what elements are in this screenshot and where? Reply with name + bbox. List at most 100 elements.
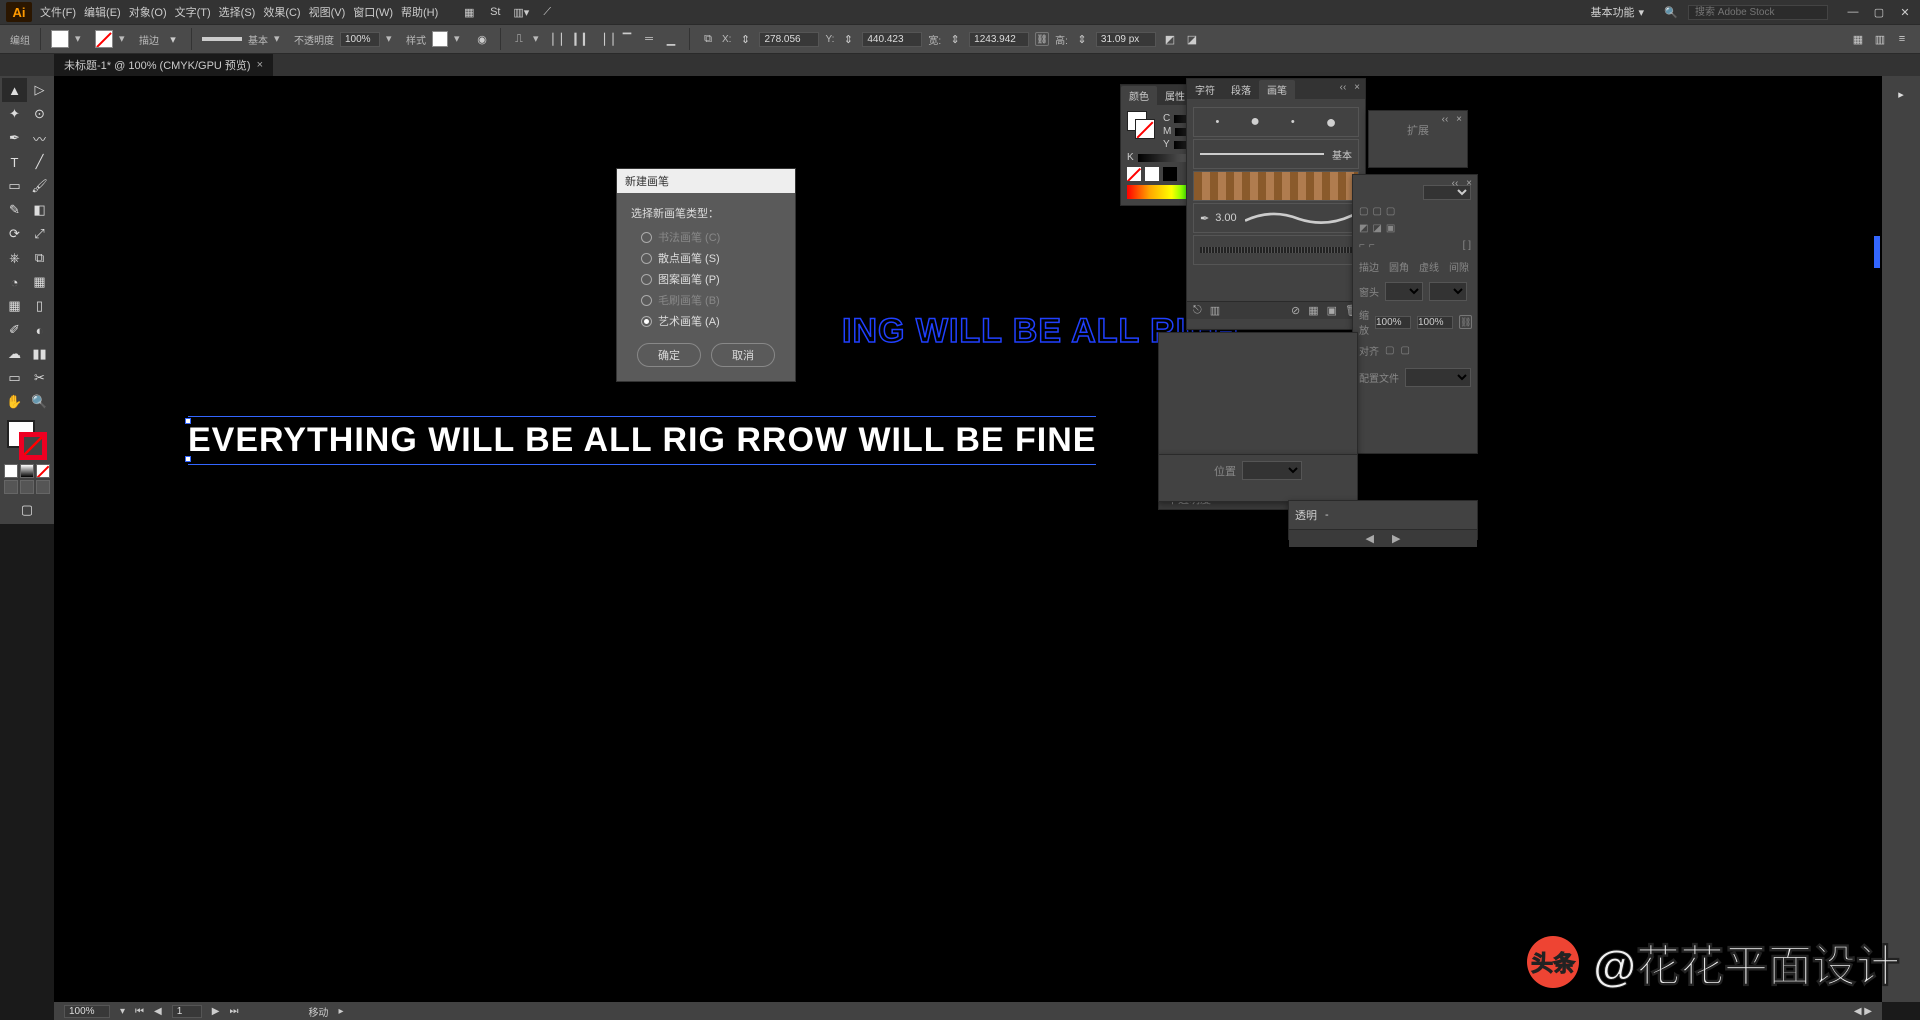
magic-wand-tool[interactable]: ✦ xyxy=(2,102,27,126)
opt-scatter[interactable]: 散点画笔 (S) xyxy=(641,250,781,266)
w-stepper[interactable]: ⇕ xyxy=(947,31,963,47)
tab-close-icon[interactable]: × xyxy=(257,59,263,71)
x-stepper[interactable]: ⇕ xyxy=(737,31,753,47)
menu-object[interactable]: 对象(O) xyxy=(129,4,167,20)
width-tool[interactable]: ⎈ xyxy=(2,246,27,270)
cap3-icon[interactable]: ▢ xyxy=(1386,206,1395,217)
document-tab[interactable]: 未标题-1* @ 100% (CMYK/GPU 预览) × xyxy=(54,54,273,76)
y-stepper[interactable]: ⇕ xyxy=(840,31,856,47)
stroke-style-label[interactable]: 基本 xyxy=(248,32,268,47)
page-input[interactable] xyxy=(172,1005,202,1018)
cancel-button[interactable]: 取消 xyxy=(711,343,775,367)
link-wh-icon[interactable]: ⛓ xyxy=(1035,32,1049,46)
free-transform-tool[interactable]: ⧉ xyxy=(27,246,52,270)
pos-select[interactable] xyxy=(1242,461,1302,480)
stroke-weight-dd[interactable]: ▾ xyxy=(165,31,181,47)
panel-toggle2-icon[interactable]: ▥ xyxy=(1872,31,1888,47)
eyedropper-tool[interactable]: ✐ xyxy=(2,318,27,342)
menu-type[interactable]: 文字(T) xyxy=(175,4,211,20)
cap2-icon[interactable]: ▢ xyxy=(1372,206,1381,217)
none-swatch[interactable] xyxy=(1127,167,1141,181)
eraser-tool[interactable]: ◧ xyxy=(27,198,52,222)
scale-tool[interactable]: ⤢ xyxy=(27,222,52,246)
menu-view[interactable]: 视图(V) xyxy=(309,4,346,20)
menu-window[interactable]: 窗口(W) xyxy=(353,4,393,20)
brush-item-pattern[interactable] xyxy=(1193,171,1359,201)
gradient-tool[interactable]: ▯ xyxy=(27,294,52,318)
max-icon[interactable]: ▢ xyxy=(1870,3,1888,21)
nav-first-icon[interactable]: ⏮ xyxy=(135,1006,144,1017)
brush-tool[interactable]: 🖌 xyxy=(27,174,52,198)
perspective-tool[interactable]: ▦ xyxy=(27,270,52,294)
shape-builder-tool[interactable]: ◔ xyxy=(2,270,27,294)
more-icon[interactable]: [ ] xyxy=(1463,240,1471,251)
draw-normal-icon[interactable] xyxy=(4,480,18,494)
selection-tool[interactable]: ▲ xyxy=(2,78,27,102)
panel-close-icon[interactable]: × xyxy=(1453,113,1465,125)
brush-item-calligraphic[interactable]: ✒3.00 xyxy=(1193,203,1359,233)
ok-button[interactable]: 确定 xyxy=(637,343,701,367)
panel-close-icon[interactable]: × xyxy=(1463,177,1475,189)
align-r-icon[interactable]: ▕▕ xyxy=(597,31,613,47)
corner-icon[interactable]: ⌐ xyxy=(1359,240,1365,251)
stroke-dd-icon[interactable]: ▾ xyxy=(119,32,133,46)
hand-tool[interactable]: ✋ xyxy=(2,390,27,414)
align-l-icon[interactable]: ▏▏ xyxy=(553,31,569,47)
tab-color[interactable]: 颜色 xyxy=(1121,86,1157,105)
fill-dd-icon[interactable]: ▾ xyxy=(75,32,89,46)
panel-collapse-icon[interactable]: ‹‹ xyxy=(1439,113,1451,125)
symbol-tool[interactable]: ☁ xyxy=(2,342,27,366)
panel-collapse-icon[interactable]: ‹‹ xyxy=(1449,177,1461,189)
recolor-icon[interactable]: ◉ xyxy=(474,31,490,47)
opt-pattern[interactable]: 图案画笔 (P) xyxy=(641,271,781,287)
libraries-icon[interactable]: ⎋ xyxy=(1193,304,1202,317)
blend-tool[interactable]: ◐ xyxy=(27,318,52,342)
rotate-tool[interactable]: ⟳ xyxy=(2,222,27,246)
line-tool[interactable]: ╱ xyxy=(27,150,52,174)
nav-next-icon[interactable]: ▶ xyxy=(212,1006,220,1017)
menu-help[interactable]: 帮助(H) xyxy=(401,4,438,20)
align1-icon[interactable]: ▢ xyxy=(1385,345,1394,356)
x-input[interactable] xyxy=(759,32,819,47)
options-icon[interactable]: ▦ xyxy=(1308,304,1318,317)
canvas[interactable]: ING WILL BE ALL RIGH EVERYTHING WILL BE … xyxy=(54,76,1882,1002)
join2-icon[interactable]: ◪ xyxy=(1372,223,1381,234)
w-input[interactable] xyxy=(969,32,1029,47)
curvature-tool[interactable]: 〰 xyxy=(27,126,52,150)
selection-handle[interactable] xyxy=(185,418,191,424)
new-brush-icon[interactable]: ▣ xyxy=(1327,304,1337,317)
menu-select[interactable]: 选择(S) xyxy=(219,4,256,20)
tab-paragraph[interactable]: 段落 xyxy=(1223,80,1259,99)
nav-last-icon[interactable]: ⏭ xyxy=(229,1006,238,1017)
arrow-end[interactable] xyxy=(1429,282,1467,301)
align2-icon[interactable]: ▢ xyxy=(1400,345,1409,356)
align-b-icon[interactable]: ▁ xyxy=(663,31,679,47)
panel-close-icon[interactable]: × xyxy=(1351,81,1363,93)
align-icon[interactable]: ⎍ xyxy=(511,31,527,47)
profile-select[interactable] xyxy=(1405,368,1471,387)
stroke-box[interactable] xyxy=(19,432,47,460)
corner2-icon[interactable]: ⌐ xyxy=(1369,240,1375,251)
arrange-icon[interactable]: ▥▾ xyxy=(512,3,530,21)
join-icon[interactable]: ◩ xyxy=(1359,223,1368,234)
type-tool[interactable]: T xyxy=(2,150,27,174)
h-stepper[interactable]: ⇕ xyxy=(1074,31,1090,47)
screen-mode-icon[interactable]: ▢ xyxy=(14,498,40,522)
color-mode-icon[interactable] xyxy=(4,464,18,478)
h-input[interactable] xyxy=(1096,32,1156,47)
opt-art[interactable]: 艺术画笔 (A) xyxy=(641,313,781,329)
nav-prev-icon[interactable]: ◀ xyxy=(154,1006,162,1017)
panel-toggle-icon[interactable]: ▦ xyxy=(1850,31,1866,47)
pen-tool[interactable]: ✒ xyxy=(2,126,27,150)
gpu-icon[interactable]: ⟋ xyxy=(538,3,556,21)
cap-icon[interactable]: ▢ xyxy=(1359,206,1368,217)
transform-icon[interactable]: ⧉ xyxy=(700,31,716,47)
draw-behind-icon[interactable] xyxy=(20,480,34,494)
scale1-input[interactable] xyxy=(1375,316,1411,329)
stock-icon[interactable]: St xyxy=(486,3,504,21)
graph-tool[interactable]: ▮▮ xyxy=(27,342,52,366)
link-icon[interactable]: ⛓ xyxy=(1459,315,1472,329)
next-icon[interactable]: ▶ xyxy=(1392,532,1400,545)
scale2-input[interactable] xyxy=(1417,316,1453,329)
workspace-switcher[interactable]: 基本功能▾ xyxy=(1590,4,1644,20)
